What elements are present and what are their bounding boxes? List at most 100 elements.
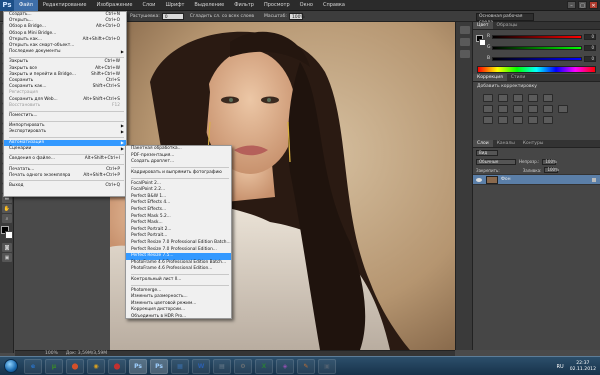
menu-item[interactable]: PhotoFrame 4.6 Professional Edition... bbox=[126, 266, 231, 273]
menu-9[interactable]: Справка bbox=[318, 0, 350, 11]
maximize-button[interactable]: □ bbox=[578, 1, 587, 9]
menu-3[interactable]: Слои bbox=[137, 0, 160, 11]
menu-8[interactable]: Окно bbox=[295, 0, 318, 11]
hand-tool-icon[interactable]: ✋ bbox=[2, 204, 12, 213]
blend-mode-select[interactable]: Обычные bbox=[476, 158, 516, 165]
menu-item[interactable]: Создать дроплет... bbox=[126, 159, 231, 166]
close-button[interactable]: ✕ bbox=[589, 1, 598, 9]
color-spectrum[interactable] bbox=[477, 66, 596, 73]
info-panel-icon[interactable] bbox=[460, 50, 470, 58]
menu-item[interactable]: Выход Ctrl+Q bbox=[4, 183, 126, 189]
menu-item[interactable]: Печать одного экземпляра Alt+Shift+Ctrl+P bbox=[4, 173, 126, 179]
invert-icon[interactable] bbox=[483, 116, 493, 124]
threshold-icon[interactable] bbox=[513, 116, 523, 124]
menu-6[interactable]: Фильтр bbox=[229, 0, 259, 11]
vibrance-icon[interactable] bbox=[543, 94, 553, 102]
photo-filter-icon[interactable] bbox=[528, 105, 538, 113]
taskbar-app-icon[interactable]: W bbox=[192, 358, 210, 374]
selective-color-icon[interactable] bbox=[528, 116, 538, 124]
tab-channels[interactable]: Каналы bbox=[493, 140, 519, 147]
eye-icon[interactable] bbox=[476, 177, 482, 182]
color-swatches[interactable] bbox=[1, 226, 13, 240]
menu-item[interactable]: Сведения о файле... Alt+Shift+Ctrl+I bbox=[4, 156, 126, 162]
tab-color[interactable]: Цвет bbox=[473, 22, 493, 29]
quick-mask-icon[interactable]: ◙ bbox=[2, 243, 12, 252]
taskbar-app-icon[interactable]: ⚙ bbox=[234, 358, 252, 374]
color-value-input[interactable]: 0 bbox=[584, 33, 596, 40]
gradient-map-icon[interactable] bbox=[543, 116, 553, 124]
hue-saturation-icon[interactable] bbox=[483, 105, 493, 113]
menu-item[interactable]: Perfect Portrait... bbox=[126, 233, 231, 240]
start-button[interactable] bbox=[4, 359, 18, 373]
color-slider[interactable] bbox=[492, 45, 582, 50]
feather-input[interactable]: 0 пикс. bbox=[161, 12, 184, 27]
posterize-icon[interactable] bbox=[498, 116, 508, 124]
taskbar-app-icon[interactable]: X bbox=[255, 358, 273, 374]
menu-1[interactable]: Редактирование bbox=[38, 0, 92, 11]
menu-2[interactable]: Изображение bbox=[91, 0, 137, 11]
actions-panel-icon[interactable] bbox=[460, 38, 470, 46]
taskbar-app-icon[interactable]: ▤ bbox=[213, 358, 231, 374]
menu-item[interactable]: Пакетная обработка... bbox=[126, 146, 231, 153]
background-color-swatch[interactable] bbox=[5, 231, 13, 239]
menu-item[interactable]: Сценарии ▶ bbox=[4, 146, 126, 152]
menu-item[interactable]: Объединить в HDR Pro... bbox=[126, 314, 231, 321]
levels-icon[interactable] bbox=[498, 94, 508, 102]
taskbar-app-icon[interactable]: ▣ bbox=[318, 358, 336, 374]
menu-item[interactable]: Контрольный лист II... bbox=[126, 277, 231, 284]
menu-item[interactable]: FocalPoint 2.2... bbox=[126, 187, 231, 194]
fill-input[interactable]: 100% bbox=[544, 167, 559, 173]
layer-name[interactable]: Фон bbox=[501, 177, 511, 182]
menu-item[interactable]: Perfect Effects 4... bbox=[126, 200, 231, 207]
taskbar-app-icon[interactable]: ⬤ bbox=[66, 358, 84, 374]
menu-item[interactable]: Экспортировать ▶ bbox=[4, 129, 126, 135]
tab-swatches[interactable]: Образцы bbox=[493, 22, 522, 29]
menu-4[interactable]: Шрифт bbox=[160, 0, 189, 11]
menu-item[interactable]: Изменить размерность... bbox=[126, 294, 231, 301]
taskbar-app-icon[interactable]: ▦ bbox=[171, 358, 189, 374]
tab-paths[interactable]: Контуры bbox=[519, 140, 548, 147]
layer-row[interactable]: Фон bbox=[473, 175, 600, 185]
color-value-input[interactable]: 0 bbox=[584, 44, 596, 51]
menu-item[interactable]: Поместить... bbox=[4, 113, 126, 119]
brightness-contrast-icon[interactable] bbox=[483, 94, 493, 102]
color-slider[interactable] bbox=[492, 34, 582, 39]
zoom-input[interactable]: 100% bbox=[288, 12, 305, 20]
clock[interactable]: 22:37 02.11.2012 bbox=[570, 361, 596, 373]
taskbar-app-icon[interactable]: ⬤ bbox=[108, 358, 126, 374]
menu-0[interactable]: Файл bbox=[14, 0, 38, 11]
color-lookup-icon[interactable] bbox=[558, 105, 568, 113]
menu-item[interactable]: Perfect Resize 7.5... bbox=[126, 253, 231, 260]
screen-mode-icon[interactable]: ▣ bbox=[2, 253, 12, 262]
exposure-icon[interactable] bbox=[528, 94, 538, 102]
minimize-button[interactable]: – bbox=[567, 1, 576, 9]
menu-5[interactable]: Выделение bbox=[189, 0, 229, 11]
color-value-input[interactable]: 0 bbox=[584, 55, 596, 62]
taskbar-app-icon[interactable]: ✎ bbox=[297, 358, 315, 374]
menu-item[interactable]: Кадрировать и выпрямить фотографию bbox=[126, 170, 231, 177]
tab-layers[interactable]: Слои bbox=[473, 140, 493, 147]
taskbar-app-icon[interactable]: ◈ bbox=[276, 358, 294, 374]
workspace-select[interactable]: Основная рабочая среда bbox=[476, 13, 534, 25]
opacity-input[interactable]: 100% bbox=[542, 158, 557, 165]
smooth-label[interactable]: Сгладить сл. со всех слоев bbox=[190, 14, 254, 19]
tab-adjustments[interactable]: Коррекция bbox=[473, 74, 507, 81]
layer-kind-filter[interactable]: Вид bbox=[476, 149, 498, 156]
channel-mixer-icon[interactable] bbox=[543, 105, 553, 113]
menu-item[interactable]: Perfect Resize 7.0 Professional Edition … bbox=[126, 240, 231, 247]
taskbar-app-icon[interactable]: Ps bbox=[129, 358, 147, 374]
history-panel-icon[interactable] bbox=[460, 26, 470, 34]
tab-styles[interactable]: Стили bbox=[507, 74, 530, 81]
menu-item[interactable]: Perfect Effects... bbox=[126, 207, 231, 214]
menu-7[interactable]: Просмотр bbox=[259, 0, 295, 11]
black-white-icon[interactable] bbox=[513, 105, 523, 113]
menu-item[interactable]: Perfect Mask... bbox=[126, 220, 231, 227]
color-slider[interactable] bbox=[492, 56, 582, 61]
zoom-tool-icon[interactable]: ⌕ bbox=[2, 214, 12, 223]
taskbar-app-icon[interactable]: e bbox=[24, 358, 42, 374]
language-indicator[interactable]: RU bbox=[557, 364, 564, 370]
menu-item[interactable]: Последние документы ▶ bbox=[4, 49, 126, 55]
taskbar-app-icon[interactable]: ◉ bbox=[87, 358, 105, 374]
color-balance-icon[interactable] bbox=[498, 105, 508, 113]
taskbar-app-icon[interactable]: μ bbox=[45, 358, 63, 374]
